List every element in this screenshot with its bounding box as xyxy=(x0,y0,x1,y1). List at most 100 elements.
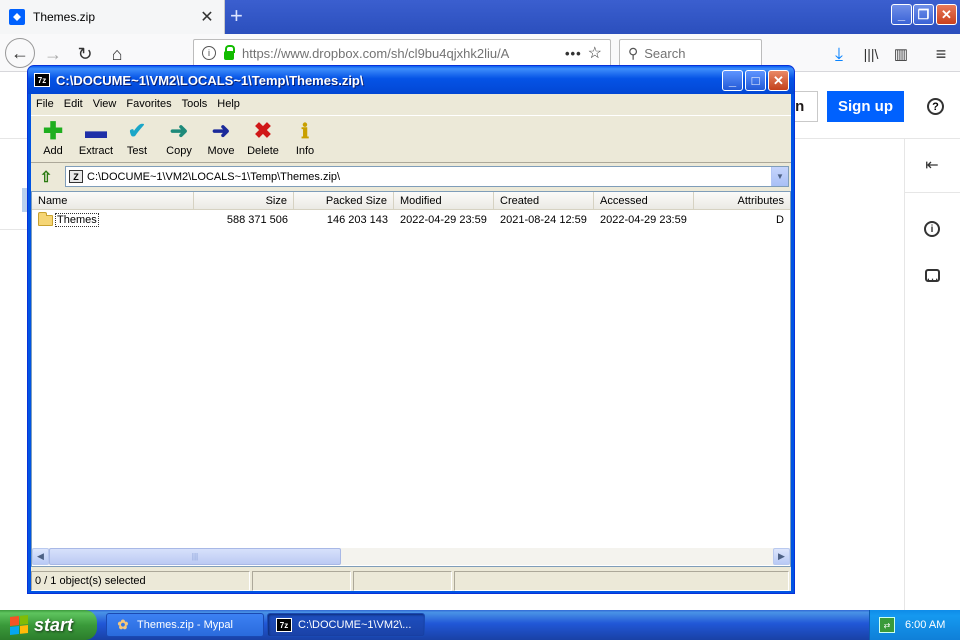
mypal-app-icon: ✿ xyxy=(117,617,129,632)
7zip-statusbar: 0 / 1 object(s) selected xyxy=(31,571,791,591)
extract-label: Extract xyxy=(78,145,114,157)
network-tray-icon[interactable]: ⇄ xyxy=(879,617,895,633)
search-icon: ⚲ xyxy=(628,44,639,61)
site-info-icon[interactable]: i xyxy=(202,46,216,60)
column-header-size[interactable]: Size xyxy=(194,192,294,210)
file-list-header: Name Size Packed Size Modified Created A… xyxy=(32,192,790,210)
browser-restore-button[interactable]: ❐ xyxy=(913,4,934,25)
row-packed-size: 146 203 143 xyxy=(326,214,388,226)
7zip-titlebar[interactable]: 7z C:\DOCUME~1\VM2\LOCALS~1\Temp\Themes.… xyxy=(28,66,794,94)
search-bar[interactable]: ⚲ Search xyxy=(619,39,762,67)
browser-minimize-button[interactable]: _ xyxy=(891,4,912,25)
row-size: 588 371 506 xyxy=(226,214,288,226)
url-bar[interactable]: i https://www.dropbox.com/sh/cl9bu4qjxhk… xyxy=(193,39,611,67)
column-header-accessed[interactable]: Accessed xyxy=(594,192,694,210)
dropbox-favicon-icon xyxy=(9,9,25,25)
taskbar-item-label: C:\DOCUME~1\VM2\... xyxy=(298,619,412,631)
7zip-minimize-button[interactable]: _ xyxy=(722,70,743,91)
menu-tools[interactable]: Tools xyxy=(177,98,213,110)
7zip-window: 7z C:\DOCUME~1\VM2\LOCALS~1\Temp\Themes.… xyxy=(27,65,795,594)
taskbar-item-mypal[interactable]: ✿ Themes.zip - Mypal xyxy=(106,613,264,637)
scroll-right-icon[interactable]: ▶ xyxy=(773,548,790,565)
page-side-divider-h xyxy=(904,192,960,193)
column-header-name[interactable]: Name xyxy=(32,192,194,210)
clock[interactable]: 6:00 AM xyxy=(905,619,945,631)
address-field[interactable]: Z C:\DOCUME~1\VM2\LOCALS~1\Temp\Themes.z… xyxy=(65,166,789,187)
info-icon[interactable]: i xyxy=(924,221,940,237)
table-row[interactable]: Themes 588 371 506 146 203 143 2022-04-2… xyxy=(32,211,790,229)
back-arrow-icon[interactable]: ← xyxy=(5,38,35,68)
tab-close-icon[interactable]: ✕ xyxy=(196,7,218,27)
column-header-created[interactable]: Created xyxy=(494,192,594,210)
page-side-divider xyxy=(904,138,905,610)
add-label: Add xyxy=(43,145,63,157)
row-attributes: D xyxy=(776,214,784,226)
folder-up-icon[interactable]: ⇧ xyxy=(35,168,57,186)
7zip-maximize-button[interactable]: □ xyxy=(745,70,766,91)
status-panel xyxy=(454,571,789,591)
home-icon[interactable]: ⌂ xyxy=(104,41,130,67)
7zip-app-icon: 7z xyxy=(276,618,292,632)
test-button[interactable]: ✔ Test xyxy=(115,118,159,162)
move-button[interactable]: ➜ Move xyxy=(199,118,243,162)
address-text[interactable]: C:\DOCUME~1\VM2\LOCALS~1\Temp\Themes.zip… xyxy=(87,171,771,183)
row-name-cell[interactable]: Themes xyxy=(36,211,194,229)
downloads-icon[interactable]: ⤓ xyxy=(826,41,852,67)
windows-logo-icon xyxy=(10,615,28,635)
row-modified: 2022-04-29 23:59 xyxy=(400,214,487,226)
row-accessed: 2022-04-29 23:59 xyxy=(600,214,687,226)
page-actions-icon[interactable]: ••• xyxy=(565,46,582,61)
column-header-attributes[interactable]: Attributes xyxy=(694,192,790,210)
forward-arrow-icon[interactable]: → xyxy=(40,41,66,67)
status-panel xyxy=(252,571,351,591)
sidebar-icon[interactable]: ▥ xyxy=(888,41,914,67)
column-header-packed-size[interactable]: Packed Size xyxy=(294,192,394,210)
7zip-address-row: ⇧ Z C:\DOCUME~1\VM2\LOCALS~1\Temp\Themes… xyxy=(31,165,791,189)
move-icon: ➜ xyxy=(211,118,231,143)
delete-button[interactable]: ✖ Delete xyxy=(241,118,285,162)
start-label: start xyxy=(34,614,74,635)
menu-favorites[interactable]: Favorites xyxy=(121,98,176,110)
info-button[interactable]: ℹ Info xyxy=(283,118,327,162)
tab-title: Themes.zip xyxy=(33,10,96,24)
comment-icon[interactable]: … xyxy=(925,268,940,283)
test-label: Test xyxy=(126,145,148,157)
extract-button[interactable]: ▬ Extract xyxy=(73,118,119,162)
delete-icon: ✖ xyxy=(253,118,273,143)
signup-button[interactable]: Sign up xyxy=(827,91,904,122)
collapse-panel-icon[interactable]: ⇤ xyxy=(922,155,942,175)
row-name: Themes xyxy=(55,213,99,227)
reload-icon[interactable]: ↻ xyxy=(72,41,98,67)
secure-lock-icon xyxy=(224,44,235,60)
new-tab-button[interactable]: + xyxy=(230,3,243,29)
add-button[interactable]: ✚ Add xyxy=(31,118,75,162)
row-created: 2021-08-24 12:59 xyxy=(500,214,587,226)
menu-help[interactable]: Help xyxy=(212,98,245,110)
browser-close-button[interactable]: ✕ xyxy=(936,4,957,25)
horizontal-scrollbar[interactable]: ◀ ||| ▶ xyxy=(32,548,790,565)
browser-tabbar: Themes.zip ✕ + _ ❐ ✕ xyxy=(0,0,960,34)
scroll-thumb[interactable]: ||| xyxy=(49,548,341,565)
chevron-down-icon[interactable]: ▼ xyxy=(771,167,788,186)
7zip-close-button[interactable]: ✕ xyxy=(768,70,789,91)
scroll-left-icon[interactable]: ◀ xyxy=(32,548,49,565)
library-icon[interactable]: |||\ xyxy=(858,41,884,67)
bookmark-star-icon[interactable]: ☆ xyxy=(588,43,602,63)
menu-file[interactable]: File xyxy=(31,98,59,110)
add-icon: ✚ xyxy=(42,117,64,145)
help-icon[interactable]: ? xyxy=(927,98,944,115)
menu-edit[interactable]: Edit xyxy=(59,98,88,110)
hamburger-menu-icon[interactable]: ≡ xyxy=(928,41,954,67)
copy-button[interactable]: ➜ Copy xyxy=(157,118,201,162)
column-header-modified[interactable]: Modified xyxy=(394,192,494,210)
url-text[interactable]: https://www.dropbox.com/sh/cl9bu4qjxhk2l… xyxy=(242,46,559,61)
file-list[interactable]: Name Size Packed Size Modified Created A… xyxy=(31,191,791,567)
start-button[interactable]: start xyxy=(0,610,97,640)
search-placeholder: Search xyxy=(644,45,686,61)
folder-icon xyxy=(38,211,53,226)
taskbar-item-7zip[interactable]: 7z C:\DOCUME~1\VM2\... xyxy=(267,613,425,637)
menu-view[interactable]: View xyxy=(88,98,122,110)
7zip-menubar: File Edit View Favorites Tools Help xyxy=(31,94,791,114)
7zip-body: File Edit View Favorites Tools Help ✚ Ad… xyxy=(31,94,791,591)
browser-tab-active[interactable]: Themes.zip ✕ xyxy=(0,0,225,34)
